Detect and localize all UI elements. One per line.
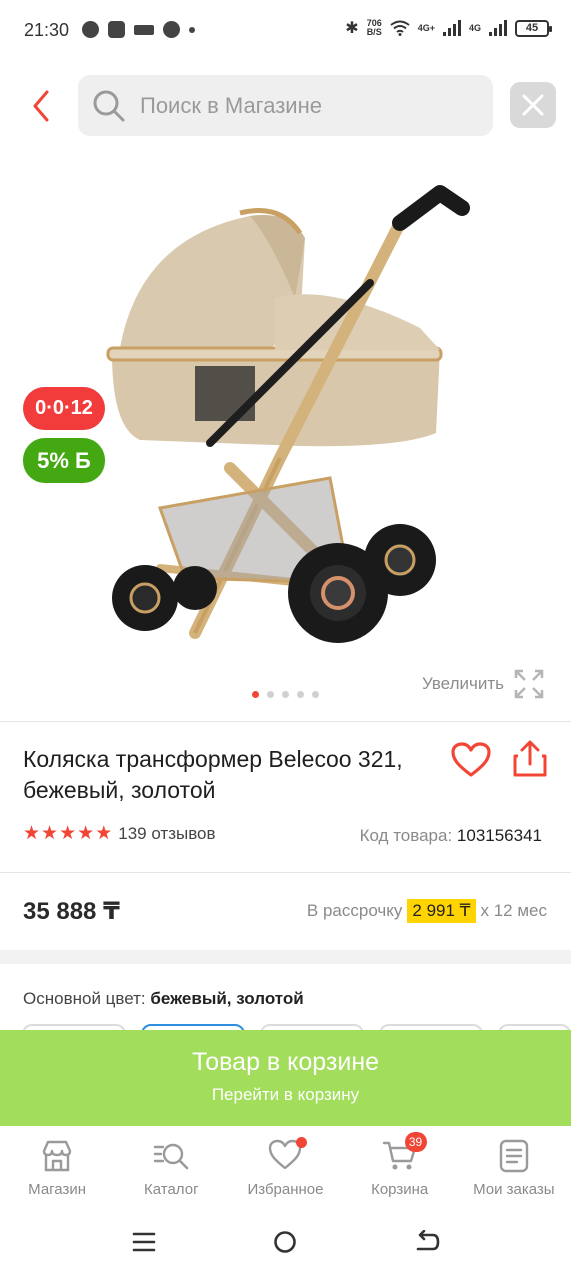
close-icon xyxy=(522,94,544,116)
cart-banner-subtitle: Перейти в корзину xyxy=(211,1085,360,1104)
status-bar: 21:30 ✱ 706 B/S 4G+ 4G 45 xyxy=(0,0,571,64)
nav-item-favorites[interactable]: Избранное xyxy=(228,1127,342,1212)
section-separator xyxy=(0,950,571,964)
rating-stars: ★ ★ ★ ★ ★ xyxy=(23,824,112,844)
add-to-favorites-button[interactable] xyxy=(451,742,491,783)
pinterest-icon xyxy=(163,21,180,38)
sku-label: Код товара: xyxy=(359,826,453,845)
favorites-indicator-dot xyxy=(296,1137,308,1148)
search-icon xyxy=(93,90,125,122)
color-value: бежевый, золотой xyxy=(150,989,304,1008)
nav-item-orders[interactable]: Мои заказы xyxy=(457,1127,571,1212)
product-page: 21:30 ✱ 706 B/S 4G+ 4G 45 Поиск в Магази xyxy=(0,0,571,1280)
nav-item-cart[interactable]: 39 Корзина xyxy=(343,1127,457,1212)
battery-icon: 45 xyxy=(515,19,552,37)
message-icon xyxy=(108,21,125,38)
nav-label: Магазин xyxy=(28,1181,87,1198)
system-navigation-bar xyxy=(0,1212,571,1280)
whatsapp-icon xyxy=(82,21,99,38)
wifi-icon xyxy=(390,20,410,36)
color-selector-label: Основной цвет: бежевый, золотой xyxy=(23,989,304,1009)
bottom-nav: Магазин Каталог Избранное 39 Корзина Мои… xyxy=(0,1127,571,1212)
catalog-search-icon xyxy=(154,1143,189,1170)
share-button[interactable] xyxy=(512,740,548,783)
pagination-dot[interactable] xyxy=(267,691,274,698)
product-sku: Код товара: 103156341 xyxy=(360,826,542,846)
installment-info[interactable]: В рассрочку 2 991 ₸ x 12 мес xyxy=(307,899,547,923)
recent-apps-icon[interactable] xyxy=(132,1230,156,1254)
search-placeholder: Поиск в Магазине xyxy=(140,93,322,118)
bluetooth-icon: ✱ xyxy=(345,20,359,37)
share-icon xyxy=(513,740,547,777)
cart-banner-title: Товар в корзине xyxy=(191,1048,380,1076)
zoom-button[interactable]: Увеличить xyxy=(422,669,544,699)
more-notifications-icon xyxy=(189,27,195,33)
network-type-2: 4G xyxy=(468,23,481,33)
nav-item-catalog[interactable]: Каталог xyxy=(114,1127,228,1212)
star-icon: ★ xyxy=(23,823,41,844)
product-image[interactable] xyxy=(100,178,470,653)
star-icon: ★ xyxy=(77,823,95,844)
status-time: 21:30 xyxy=(24,20,70,40)
pagination-dot[interactable] xyxy=(282,691,289,698)
rating-row[interactable]: ★ ★ ★ ★ ★ 139 отзывов xyxy=(23,824,216,844)
pagination-dot[interactable] xyxy=(252,691,259,698)
orders-icon xyxy=(499,1139,529,1173)
bonus-badge: 5% Б xyxy=(23,438,105,483)
divider xyxy=(0,721,571,722)
product-price: 35 888 ₸ xyxy=(23,898,120,925)
installment-suffix: x 12 мес xyxy=(480,901,548,920)
store-icon xyxy=(42,1140,72,1172)
nav-label: Корзина xyxy=(371,1181,429,1198)
search-input[interactable]: Поиск в Магазине xyxy=(78,75,493,136)
star-icon: ★ xyxy=(59,823,77,844)
heart-icon xyxy=(451,742,491,777)
installment-badge: 0·0·12 xyxy=(23,387,105,430)
image-pagination xyxy=(252,691,319,698)
status-indicators: ✱ 706 B/S 4G+ 4G 45 xyxy=(345,18,552,38)
pagination-dot[interactable] xyxy=(312,691,319,698)
back-nav-icon[interactable] xyxy=(415,1230,441,1254)
olx-icon xyxy=(134,24,154,35)
star-icon: ★ xyxy=(95,823,113,844)
color-label: Основной цвет: xyxy=(23,989,146,1008)
network-type-1: 4G+ xyxy=(417,23,435,33)
nav-item-store[interactable]: Магазин xyxy=(0,1127,114,1212)
installment-prefix: В рассрочку xyxy=(306,901,403,920)
home-icon[interactable] xyxy=(273,1230,297,1254)
installment-amount: 2 991 ₸ xyxy=(407,899,476,923)
nav-label: Избранное xyxy=(247,1181,324,1198)
notification-icons xyxy=(82,21,195,38)
network-speed-unit: B/S xyxy=(366,27,382,37)
network-speed: 706 B/S xyxy=(367,19,382,37)
star-icon: ★ xyxy=(41,823,59,844)
close-search-button[interactable] xyxy=(510,82,556,128)
cart-count-badge: 39 xyxy=(404,1132,427,1152)
product-title: Коляска трансформер Belecoo 321, бежевый… xyxy=(23,746,403,803)
zoom-label: Увеличить xyxy=(422,674,504,693)
nav-label: Каталог xyxy=(144,1181,199,1198)
divider xyxy=(0,872,571,873)
go-to-cart-button[interactable]: Товар в корзине Перейти в корзину xyxy=(0,1030,571,1126)
back-button[interactable] xyxy=(26,86,56,126)
signal-icon-2 xyxy=(489,20,507,36)
signal-icon xyxy=(442,20,461,36)
sku-value: 103156341 xyxy=(456,826,542,845)
reviews-link[interactable]: 139 отзывов xyxy=(118,824,215,844)
nav-label: Мои заказы xyxy=(473,1181,555,1198)
chevron-left-icon xyxy=(33,90,49,122)
pagination-dot[interactable] xyxy=(297,691,304,698)
expand-icon xyxy=(514,669,544,699)
